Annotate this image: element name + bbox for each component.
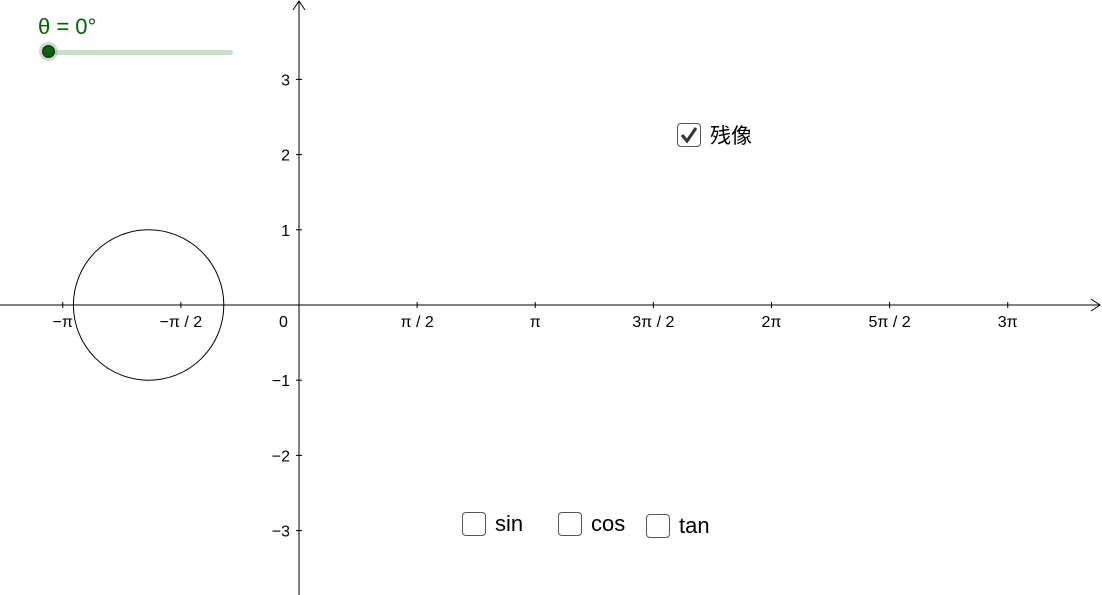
checkbox-box[interactable]: [677, 123, 701, 147]
graphics-view[interactable]: −π −π / 2π / 2 π 3π / 2 2π 5π / 2 3π321−1−2−3 …: [0, 0, 1102, 595]
x-tick-label: 3π / 2: [632, 314, 674, 331]
cos-label: cos: [591, 511, 626, 536]
checkmark-icon: [680, 127, 698, 144]
checkbox-box[interactable]: [462, 512, 486, 536]
sin-label: sin: [495, 511, 524, 536]
theta-slider-track[interactable]: [48, 50, 233, 55]
tan-checkbox[interactable]: tan: [646, 513, 710, 539]
x-tick-label: π: [530, 314, 541, 331]
tan-label: tan: [679, 513, 710, 538]
sin-checkbox[interactable]: sin: [462, 511, 523, 537]
theta-slider-handle[interactable]: [42, 45, 55, 58]
x-tick-label: −π: [53, 314, 73, 331]
x-tick-label: 2π: [762, 314, 782, 331]
origin-label: 0: [279, 314, 288, 331]
y-tick-label: 2: [281, 148, 290, 165]
cos-checkbox[interactable]: cos: [558, 511, 625, 537]
axes: [0, 0, 1101, 595]
y-tick-label: −2: [272, 448, 290, 465]
y-tick-label: 3: [281, 72, 290, 89]
x-tick-label: 3π: [998, 314, 1018, 331]
afterimage-checkbox[interactable]: 残像: [677, 120, 752, 150]
x-tick-label: π / 2: [400, 314, 433, 331]
y-tick-label: 1: [281, 223, 290, 240]
y-tick-label: −1: [272, 373, 290, 390]
x-tick-label: −π / 2: [160, 314, 203, 331]
afterimage-label: 残像: [710, 124, 752, 148]
x-tick-label: 5π / 2: [869, 314, 911, 331]
theta-slider-label: θ = 0°: [38, 14, 97, 39]
checkbox-box[interactable]: [558, 512, 582, 536]
checkbox-box[interactable]: [646, 514, 670, 538]
y-tick-label: −3: [272, 524, 290, 541]
